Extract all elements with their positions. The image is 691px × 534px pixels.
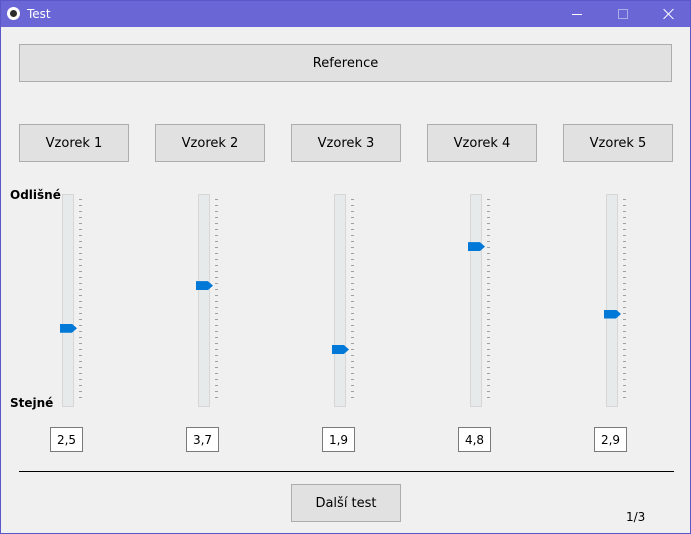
slider-track-3[interactable] [334,194,346,407]
slider-thumb-1[interactable] [60,323,77,333]
sample-2-button[interactable]: Vzorek 2 [155,124,265,162]
slider-thumb-3[interactable] [332,345,349,355]
slider-track-5[interactable] [606,194,618,407]
slider-ticks-1 [79,199,82,403]
axis-label-bottom: Stejné [10,396,54,410]
sample-4-button[interactable]: Vzorek 4 [427,124,537,162]
value-box-2[interactable]: 3,7 [186,427,219,452]
separator-line [19,471,674,472]
slider-track-2[interactable] [198,194,210,407]
minimize-button[interactable] [554,1,600,27]
slider-track-1[interactable] [62,194,74,407]
app-icon [7,7,20,20]
app-window: Test Reference Vzorek 1 Vzorek 2 Vzorek … [0,0,691,534]
maximize-button[interactable] [600,1,646,27]
slider-thumb-5[interactable] [604,309,621,319]
slider-track-4[interactable] [470,194,482,407]
reference-button[interactable]: Reference [19,44,672,82]
slider-ticks-5 [623,199,626,403]
minimize-icon [572,13,582,15]
value-box-4[interactable]: 4,8 [458,427,491,452]
axis-label-top: Odlišné [10,188,61,202]
value-box-3[interactable]: 1,9 [322,427,355,452]
slider-thumb-2[interactable] [196,281,213,291]
window-title: Test [27,7,51,21]
close-icon [663,8,675,20]
sample-5-button[interactable]: Vzorek 5 [563,124,673,162]
slider-ticks-4 [487,199,490,403]
test-counter: 1/3 [626,510,646,524]
value-box-1[interactable]: 2,5 [50,427,83,452]
slider-ticks-3 [351,199,354,403]
sample-3-button[interactable]: Vzorek 3 [291,124,401,162]
title-bar[interactable]: Test [1,1,690,27]
slider-thumb-4[interactable] [468,242,485,252]
value-box-5[interactable]: 2,9 [594,427,627,452]
maximize-icon [618,9,628,19]
slider-ticks-2 [215,199,218,403]
sample-1-button[interactable]: Vzorek 1 [19,124,129,162]
next-test-button[interactable]: Další test [291,484,401,522]
close-button[interactable] [646,1,691,27]
